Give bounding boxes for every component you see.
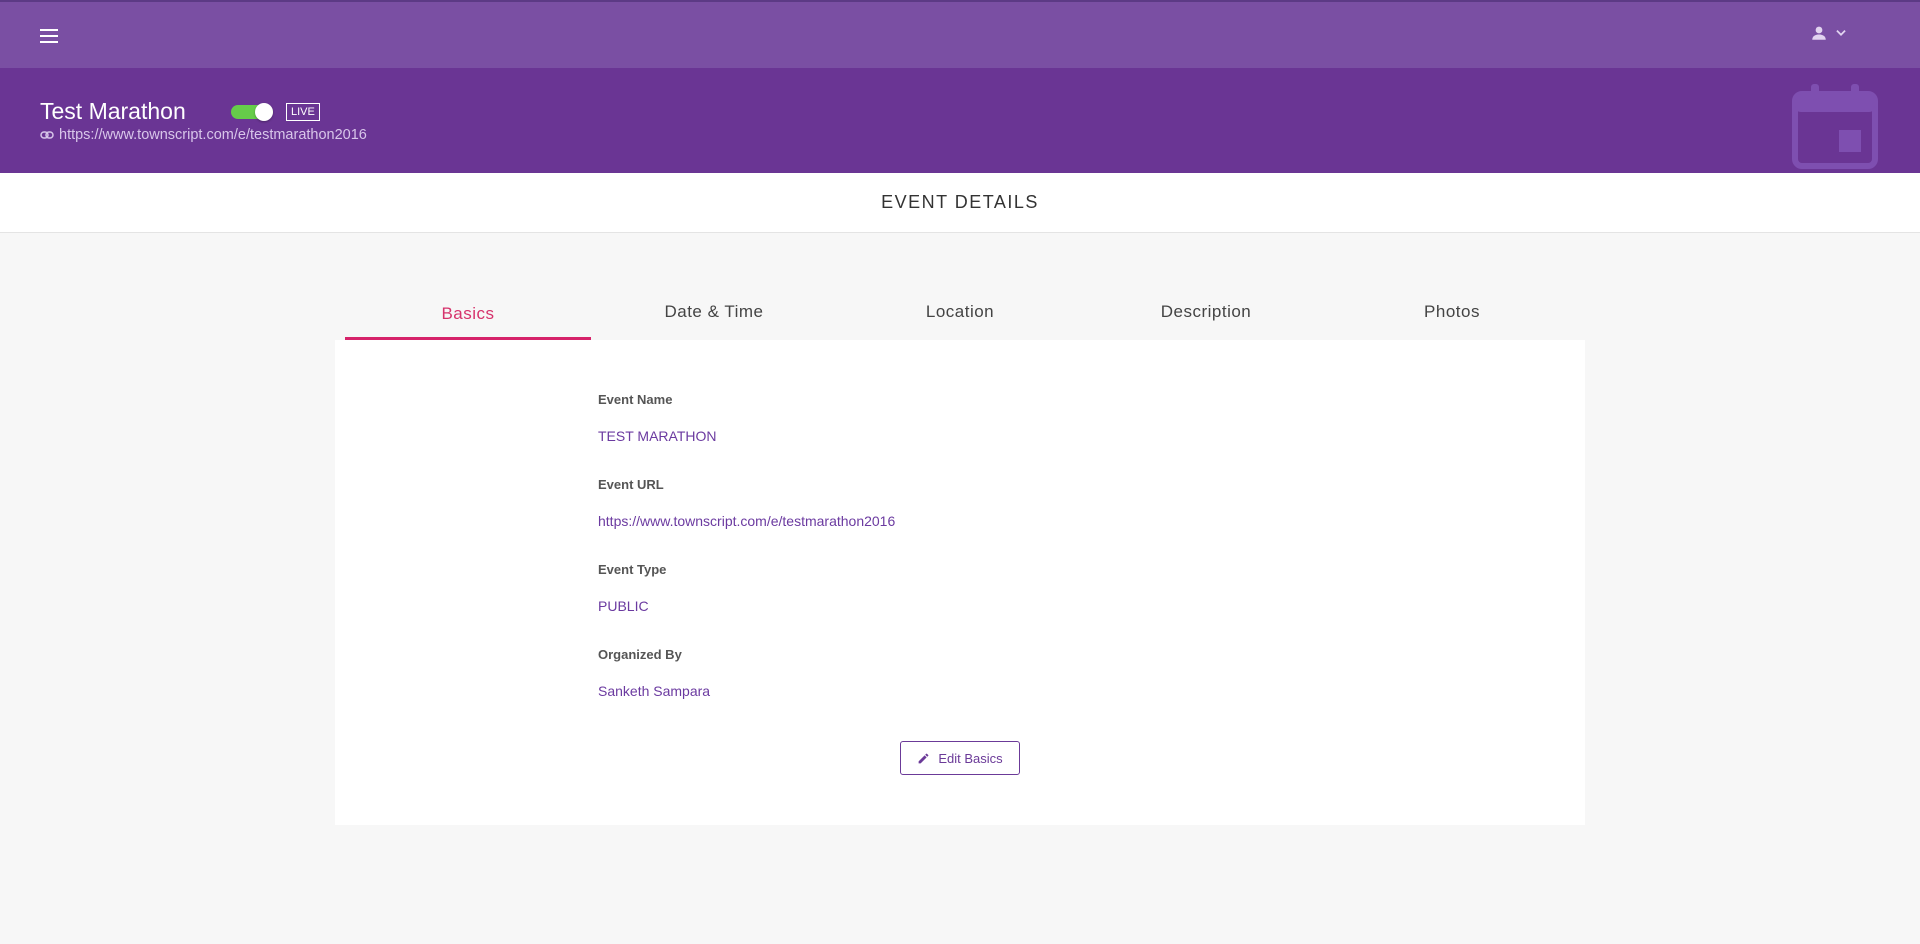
calendar-icon [1792, 84, 1878, 169]
event-type-value: PUBLIC [598, 598, 649, 614]
event-type-label: Event Type [598, 562, 667, 577]
event-url-value: https://www.townscript.com/e/testmaratho… [598, 513, 896, 529]
organized-by-label: Organized By [598, 647, 682, 662]
tab-date-time[interactable]: Date & Time [591, 290, 837, 341]
basics-card: Event Name TEST MARATHON Event URL https… [335, 340, 1585, 825]
top-navbar [0, 0, 1920, 68]
live-status-badge: LIVE [286, 103, 320, 121]
user-icon [1812, 26, 1826, 40]
tab-location[interactable]: Location [837, 290, 1083, 341]
edit-basics-button[interactable]: Edit Basics [900, 741, 1020, 775]
event-header: Test Marathon LIVE https://www.townscrip… [0, 68, 1920, 173]
organized-by-value: Sanketh Sampara [598, 683, 711, 699]
event-details-tabs: Basics Date & Time Location Description … [345, 290, 1575, 341]
chevron-down-icon [1836, 30, 1846, 36]
toggle-knob [255, 103, 273, 121]
live-toggle[interactable] [231, 103, 273, 121]
event-name-label: Event Name [598, 392, 673, 407]
event-url-link[interactable]: https://www.townscript.com/e/testmaratho… [40, 127, 367, 143]
tab-photos[interactable]: Photos [1329, 290, 1575, 341]
event-url-text: https://www.townscript.com/e/testmaratho… [59, 127, 367, 143]
event-name-value: TEST MARATHON [598, 428, 717, 444]
event-title: Test Marathon [40, 98, 186, 124]
event-details-bar: EVENT DETAILS [0, 173, 1920, 233]
tab-basics[interactable]: Basics [345, 290, 591, 341]
user-menu-button[interactable] [1810, 24, 1848, 42]
edit-basics-label: Edit Basics [938, 750, 1003, 766]
tab-description[interactable]: Description [1083, 290, 1329, 341]
section-title: EVENT DETAILS [881, 192, 1039, 212]
link-icon [40, 131, 54, 139]
pencil-icon [918, 753, 929, 763]
hamburger-menu-icon[interactable] [37, 24, 61, 48]
event-url-label: Event URL [598, 477, 664, 492]
